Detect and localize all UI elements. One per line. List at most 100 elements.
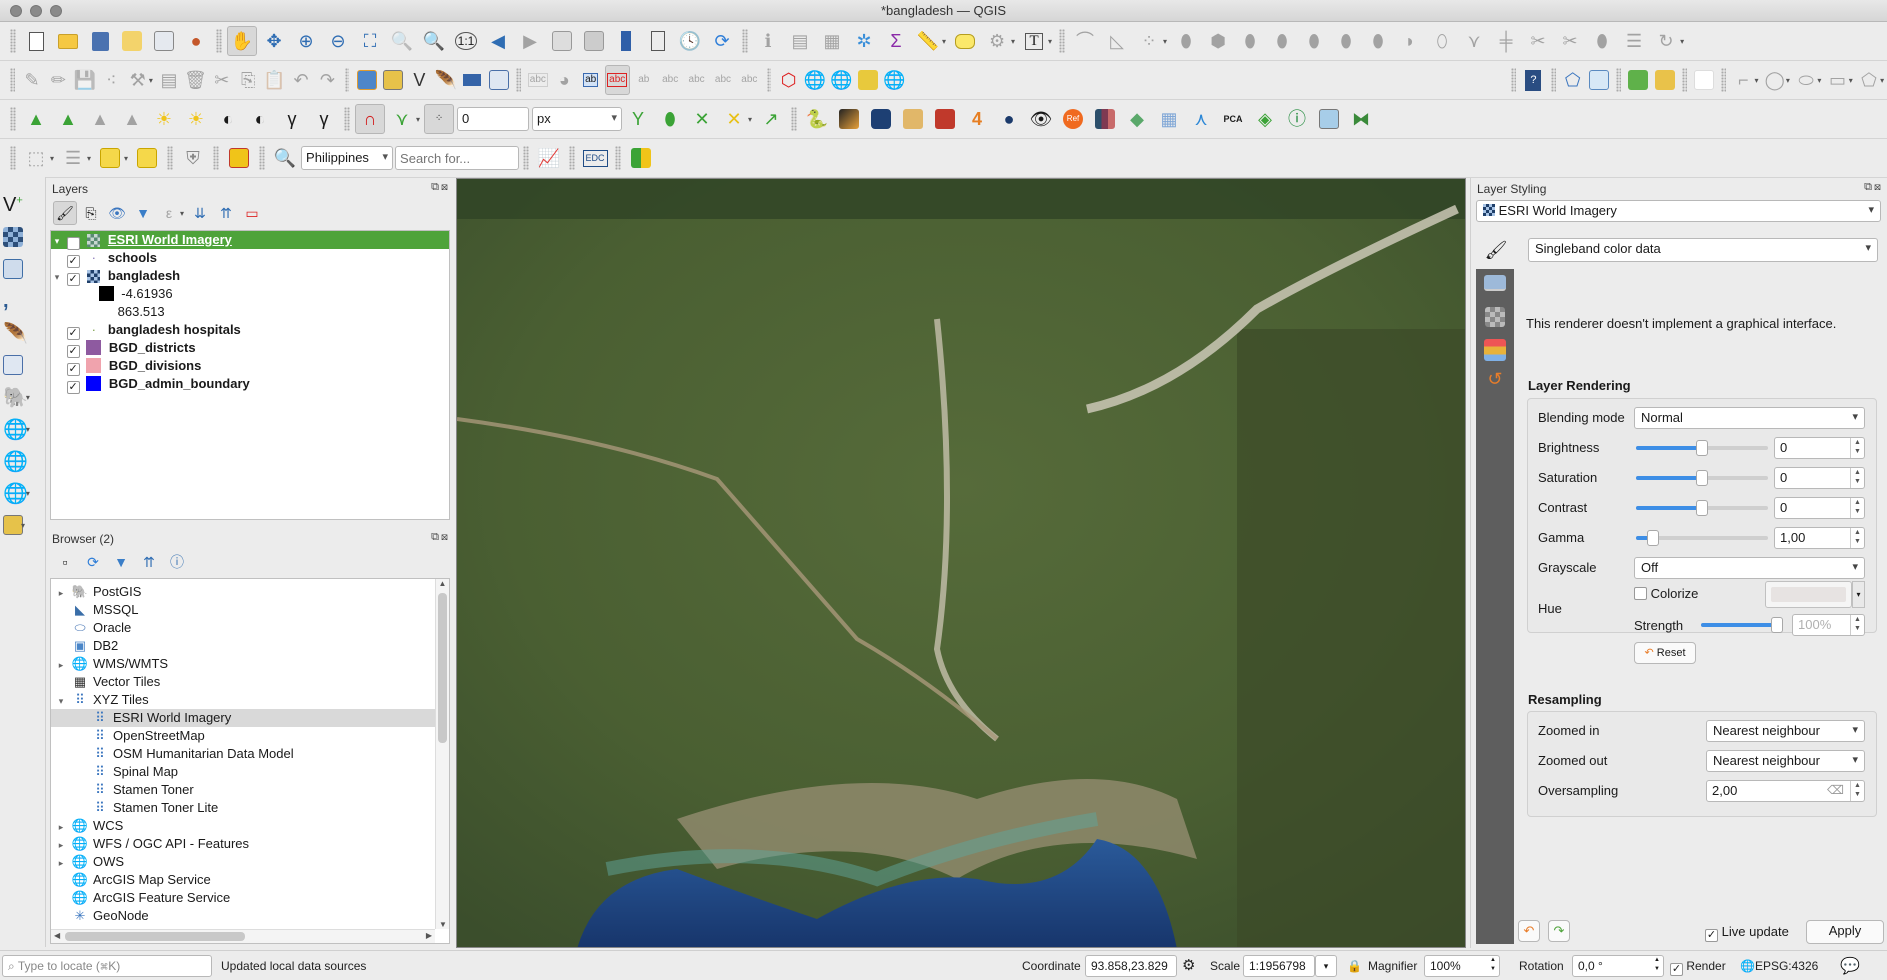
zoom-full-button[interactable]: ⛶ [355, 26, 385, 56]
shape-digitize-4-button[interactable]: ▭ [1825, 65, 1849, 95]
move-feature-button[interactable]: ⁘ [1134, 26, 1164, 56]
spin-arrows-icon[interactable]: ▲ ▼ [1850, 781, 1864, 801]
plugin-bowtie-button[interactable]: ⧓ [1346, 104, 1376, 134]
scroll-up-arrow-icon[interactable]: ▲ [436, 579, 449, 588]
scroll-right-arrow-icon[interactable]: ▶ [426, 931, 432, 940]
delete-part-button[interactable]: ⬮ [1363, 26, 1393, 56]
locate-search-button[interactable] [1626, 65, 1650, 95]
toolbar-grip[interactable] [216, 29, 222, 53]
toolbar-grip[interactable] [1511, 68, 1517, 92]
new-3d-map-view-button[interactable] [579, 26, 609, 56]
refresh-browser-button[interactable]: ⟳ [83, 552, 103, 572]
chevron-down-icon[interactable]: ▾ [942, 37, 946, 46]
vertical-scrollbar[interactable]: ▲ ▼ [435, 579, 449, 929]
live-update-checkbox[interactable]: ✓ [1705, 929, 1718, 942]
toolbar-grip[interactable] [344, 68, 350, 92]
maximize-window-button[interactable] [50, 5, 62, 17]
processing-toolbox-button[interactable]: ✲ [849, 26, 879, 56]
toolbar-grip[interactable] [10, 146, 16, 170]
add-vector-layer-button[interactable]: V+ [3, 189, 43, 221]
pan-map-button[interactable]: ✋ [227, 26, 257, 56]
plugin-info-button[interactable]: ⓘ [1282, 104, 1312, 134]
slider-handle[interactable] [1647, 530, 1660, 546]
snap-intersection-button[interactable]: ⬮ [655, 104, 685, 134]
select-by-value-button[interactable]: ☰ [58, 143, 88, 173]
add-ring-button[interactable]: ⬮ [1235, 26, 1265, 56]
zoom-in-button[interactable]: ⊕ [291, 26, 321, 56]
browser-item[interactable]: ⠿ OSM Humanitarian Data Model [51, 745, 435, 763]
plugin-swipe-button[interactable] [1314, 104, 1344, 134]
collapse-all-button[interactable]: ⇈ [139, 552, 159, 572]
tab-histogram[interactable] [1476, 301, 1514, 333]
layer-select[interactable]: ESRI World Imagery [1476, 200, 1881, 222]
zoomed-in-select[interactable]: Nearest neighbour [1706, 720, 1865, 742]
render-checkbox[interactable]: ✓ [1670, 963, 1683, 976]
grayscale-select[interactable]: Off [1634, 557, 1865, 579]
layer-row[interactable]: ✓ BGD_divisions [51, 357, 449, 376]
rotate-point-symbols-button[interactable]: ↻ [1651, 26, 1681, 56]
new-map-view-button[interactable] [547, 26, 577, 56]
redo-button[interactable]: ↷ [315, 65, 339, 95]
table-sync-button[interactable] [1587, 65, 1611, 95]
browser-item[interactable]: ✳ GeoNode [51, 907, 435, 925]
add-part-button[interactable]: ⬮ [1267, 26, 1297, 56]
spin-arrows-icon[interactable]: ▲ ▼ [1850, 528, 1864, 548]
chevron-down-icon[interactable]: ▾ [21, 521, 25, 530]
messages-icon[interactable]: 💬 [1840, 956, 1860, 976]
increase-gamma-button[interactable]: γ [277, 104, 307, 134]
node-tool-plugin-button[interactable] [1692, 65, 1716, 95]
toolbar-grip[interactable] [167, 146, 174, 170]
toolbar-grip[interactable] [766, 68, 772, 92]
hexagon-plugin-button[interactable]: ⬡ [776, 65, 800, 95]
reset-hue-button[interactable]: ↶ Reset [1634, 642, 1696, 664]
chevron-down-icon[interactable]: ▾ [124, 154, 128, 163]
select-features-button[interactable]: ⬚ [21, 143, 51, 173]
scroll-left-arrow-icon[interactable]: ◀ [54, 931, 60, 940]
scrollbar-thumb[interactable] [438, 593, 447, 743]
brightness-slider[interactable] [1636, 440, 1768, 456]
attribute-table-button[interactable]: ▤ [785, 26, 815, 56]
topological-editing-button[interactable]: Y [623, 104, 653, 134]
spin-arrows-icon[interactable]: ▲ ▼ [1850, 615, 1864, 635]
self-snapping-button[interactable]: ✕ [719, 104, 749, 134]
plugin-network-button[interactable]: ⋏ [1186, 104, 1216, 134]
layer-visibility-checkbox[interactable]: ✓ [66, 381, 80, 394]
contrast-spinbox[interactable]: 0 ▲ ▼ [1774, 497, 1865, 519]
layout-manager-button[interactable] [149, 26, 179, 56]
cut-features-button[interactable]: ✂ [210, 65, 234, 95]
save-edits-button[interactable]: 💾 [73, 65, 97, 95]
properties-button[interactable]: ⓘ [167, 552, 187, 572]
add-mesh-layer-button[interactable] [3, 253, 43, 285]
plugin-fire-button[interactable] [930, 104, 960, 134]
toggle-editing-button[interactable]: ✏ [46, 65, 70, 95]
browser-item[interactable]: ▾ ⠿ XYZ Tiles [51, 691, 435, 709]
reverse-line-button[interactable]: ⋎ [1459, 26, 1489, 56]
python-console-button[interactable]: 🐍 [802, 104, 832, 134]
zoom-native-button[interactable]: 1:1 [451, 26, 481, 56]
rotate-label-button[interactable]: abc [711, 65, 735, 95]
magnifier-spinbox[interactable]: 100% ▲ ▼ [1424, 955, 1500, 977]
browser-item[interactable]: ⠿ Stamen Toner Lite [51, 799, 435, 817]
add-gpx-button[interactable]: 🪶 [3, 317, 43, 349]
lock-scale-icon[interactable]: 🔒 [1347, 959, 1362, 973]
field-calculator-button[interactable]: ▦ [817, 26, 847, 56]
panel-float-close-buttons[interactable]: ⧉⊠ [1864, 181, 1883, 194]
map-tips-button[interactable] [950, 26, 980, 56]
toolbar-grip[interactable] [742, 29, 748, 53]
layer-row[interactable]: ✓ BGD_districts [51, 339, 449, 358]
new-spatialite-layer-button[interactable]: V [407, 65, 431, 95]
map-edit-plugin-button[interactable] [1653, 65, 1677, 95]
deselect-button[interactable] [95, 143, 125, 173]
gamma-slider[interactable] [1636, 530, 1768, 546]
layer-row[interactable]: ✓ BGD_admin_boundary [51, 375, 449, 394]
minimize-window-button[interactable] [30, 5, 42, 17]
colorize-color-button[interactable] [1765, 581, 1852, 608]
blending-mode-select[interactable]: Normal [1634, 407, 1865, 429]
search-wms-button[interactable]: 🌐 [829, 65, 853, 95]
chevron-down-icon[interactable]: ▾ [416, 115, 420, 124]
spin-arrows-icon[interactable]: ▲ ▼ [1487, 956, 1499, 974]
shape-digitize-1-button[interactable]: ⌐ [1731, 65, 1755, 95]
layer-labeling-button[interactable]: abc [526, 65, 550, 95]
expand-caret-icon[interactable]: ▸ [55, 854, 67, 872]
strength-spinbox[interactable]: 100% ▲ ▼ [1792, 614, 1865, 636]
